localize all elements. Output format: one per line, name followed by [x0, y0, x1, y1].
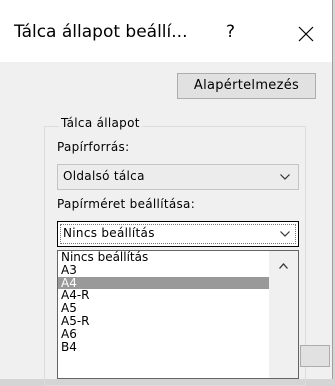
default-button[interactable]: Alapértelmezés [177, 73, 316, 99]
chevron-down-icon [280, 174, 290, 180]
group-legend: Tálca állapot [59, 116, 142, 130]
hidden-dialog-button[interactable] [300, 345, 330, 367]
paper-tray-settings-dialog: Tálca állapot beállí... ? Alapértelmezés… [0, 0, 333, 386]
close-icon[interactable] [298, 26, 314, 42]
list-item[interactable]: B4 [58, 341, 269, 354]
list-item[interactable]: A5 [58, 302, 269, 315]
chevron-down-icon [280, 231, 290, 237]
dropdown-options: Nincs beállítás A3 A4 A4-R A5 A5-R A6 B4 [58, 251, 269, 353]
paper-source-select[interactable]: Oldalsó tálca [57, 164, 299, 190]
list-item-selected[interactable]: A4 [58, 276, 269, 290]
help-button[interactable]: ? [226, 22, 235, 42]
list-item[interactable]: A4-R [58, 289, 269, 302]
list-item[interactable]: A6 [58, 328, 269, 341]
list-item[interactable]: A3 [58, 264, 269, 277]
paper-source-label: Papírforrás: [57, 140, 130, 154]
chevron-up-icon[interactable] [279, 263, 288, 269]
paper-source-value: Oldalsó tálca [63, 169, 145, 183]
dialog-title: Tálca állapot beállí... [14, 22, 188, 42]
list-item[interactable]: A5-R [58, 315, 269, 328]
paper-size-label: Papírméret beállítása: [57, 197, 196, 211]
paper-size-dropdown-list[interactable]: Nincs beállítás A3 A4 A4-R A5 A5-R A6 B4 [57, 250, 299, 379]
paper-size-select[interactable]: Nincs beállítás [57, 221, 299, 247]
list-item[interactable]: Nincs beállítás [58, 251, 269, 264]
title-bar: Tálca állapot beállí... ? [0, 0, 332, 62]
paper-size-value: Nincs beállítás [63, 226, 155, 240]
dropdown-scrollbar[interactable] [269, 251, 298, 378]
